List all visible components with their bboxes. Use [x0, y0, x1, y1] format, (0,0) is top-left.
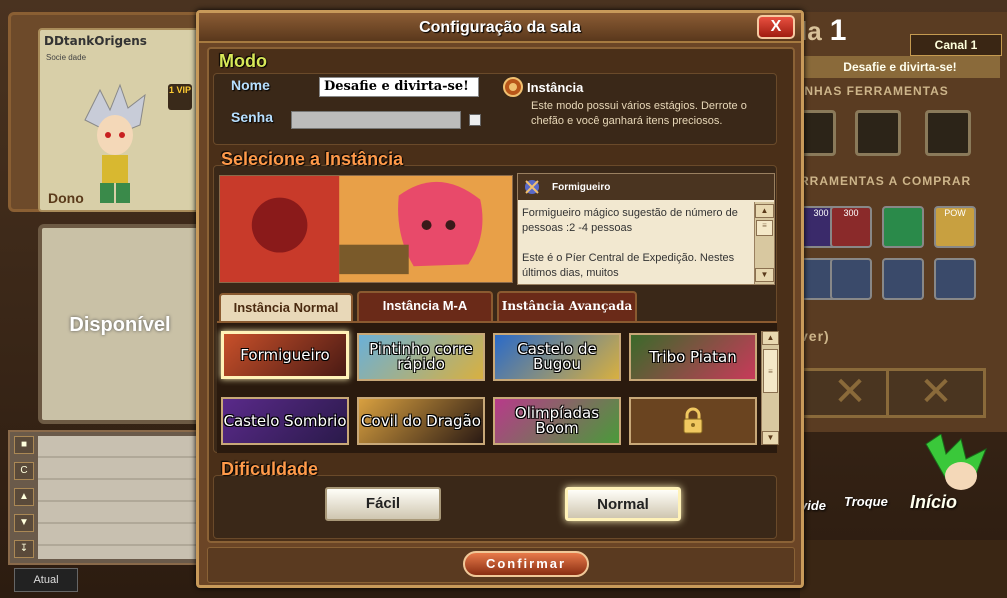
tab-ma-instance[interactable]: Instância M-A	[357, 291, 493, 321]
empty-slot-label: Disponível	[69, 314, 171, 336]
ver-label: ver)	[800, 328, 830, 344]
confirm-button[interactable]: Confirmar	[463, 551, 589, 577]
channel-badge: Canal 1	[910, 34, 1002, 56]
instance-description: Formigueiro mágico sugestão de número de…	[522, 207, 738, 279]
room-name-display: Desafie e divirta-se!	[800, 56, 1000, 78]
tool-slot[interactable]	[855, 110, 901, 156]
shop-item-icon[interactable]	[830, 258, 872, 300]
closed-slot-icon[interactable]: ✕	[800, 368, 900, 418]
scroll-up-icon[interactable]: ▲	[755, 204, 774, 218]
password-checkbox[interactable]	[469, 114, 481, 126]
shop-item-icon[interactable]	[934, 258, 976, 300]
player-card[interactable]: DDtankOrigens Socie dade 1 VIP Dono	[38, 28, 202, 212]
description-scrollbar[interactable]: ▲ ≡ ▼	[754, 202, 774, 284]
swap-button[interactable]: Troque	[844, 494, 888, 509]
scroll-up-icon[interactable]: ▲	[14, 488, 34, 506]
dialog-title: Configuração da sala	[419, 19, 581, 36]
empty-player-slot[interactable]: Disponível	[38, 224, 202, 424]
close-button[interactable]: X	[757, 15, 795, 39]
difficulty-section-title: Dificuldade	[221, 459, 319, 479]
shop-item-icon[interactable]	[882, 206, 924, 248]
player-avatar-icon	[84, 83, 146, 203]
room-number: la 1	[800, 14, 847, 47]
scroll-thumb[interactable]: ≡	[756, 220, 773, 236]
shop-item-icon[interactable]: POW	[934, 206, 976, 248]
mode-info-title: Instância	[527, 80, 584, 95]
tab-advanced-instance[interactable]: Instância Avançada	[497, 291, 637, 321]
room-name-input[interactable]: Desafie e divirta-se!	[319, 77, 479, 97]
c-icon[interactable]: C	[14, 462, 34, 480]
instance-grid-scrollbar[interactable]: ▲ ≡ ▼	[761, 331, 779, 445]
owner-label: Dono	[48, 190, 84, 206]
name-label: Nome	[231, 77, 270, 93]
password-label: Senha	[231, 109, 274, 125]
scroll-bottom-icon[interactable]: ↧	[14, 540, 34, 558]
dialog-titlebar: Configuração da sala X	[199, 13, 801, 43]
instance-card-covil-dragao[interactable]: Covil do Dragão	[357, 397, 485, 445]
ant-icon	[525, 180, 539, 194]
scroll-down-icon[interactable]: ▼	[14, 514, 34, 532]
mode-section-title: Modo	[219, 51, 267, 71]
tools-label: INHAS FERRAMENTAS	[800, 84, 949, 98]
instance-card-pintinho[interactable]: Pintinho corre rápido	[357, 333, 485, 381]
tab-normal-instance[interactable]: Instância Normal	[219, 293, 353, 323]
instance-card-formigueiro[interactable]: Formigueiro	[221, 331, 349, 379]
closed-slot-icon[interactable]: ✕	[886, 368, 986, 418]
instance-card-tribo-piatan[interactable]: Tribo Piatan	[629, 333, 757, 381]
mode-info-description: Este modo possui vários estágios. Derrot…	[531, 100, 747, 127]
instance-card-castelo-bugou[interactable]: Castelo de Bugou	[493, 333, 621, 381]
scroll-thumb[interactable]: ≡	[763, 349, 778, 393]
instance-card-castelo-sombrio[interactable]: Castelo Sombrio	[221, 397, 349, 445]
chat-log	[38, 436, 197, 559]
scroll-down-icon[interactable]: ▼	[755, 268, 774, 282]
lock-icon[interactable]: ■	[14, 436, 34, 454]
difficulty-easy-button[interactable]: Fácil	[325, 487, 441, 521]
shop-item-icon[interactable]	[882, 258, 924, 300]
bottom-toolbar	[800, 540, 1007, 598]
player-name: DDtankOrigens	[44, 34, 147, 48]
instance-mode-icon	[503, 77, 523, 97]
instance-section-title: Selecione a Instância	[221, 149, 404, 169]
chat-channel-button[interactable]: Atual	[14, 568, 78, 592]
lock-icon	[683, 407, 703, 434]
scroll-down-icon[interactable]: ▼	[762, 431, 779, 445]
chat-area: ■ C ▲ ▼ ↧	[8, 430, 203, 565]
tools-to-buy-label: RRAMENTAS A COMPRAR	[800, 174, 972, 188]
instance-card-locked	[629, 397, 757, 445]
instance-card-olimpiadas-boom[interactable]: Olimpíadas Boom	[493, 397, 621, 445]
room-settings-dialog: Configuração da sala X Modo Nome Desafie…	[196, 10, 804, 588]
start-button[interactable]: Início	[910, 492, 957, 513]
password-input[interactable]	[291, 111, 461, 129]
scroll-up-icon[interactable]: ▲	[762, 331, 779, 345]
society-label: Socie dade	[46, 53, 87, 62]
instance-info-panel: Formigueiro Formigueiro mágico sugestão …	[517, 173, 775, 285]
difficulty-box	[213, 475, 777, 539]
instance-banner-image	[219, 175, 513, 283]
shop-item-icon[interactable]: 300	[830, 206, 872, 248]
tool-slot[interactable]	[925, 110, 971, 156]
instance-name: Formigueiro	[552, 182, 611, 193]
vip-badge: 1 VIP	[168, 84, 192, 110]
difficulty-normal-button[interactable]: Normal	[565, 487, 681, 521]
